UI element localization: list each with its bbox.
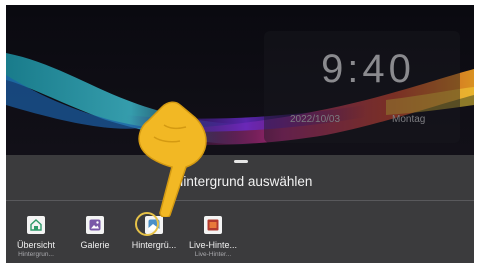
gallery-icon [86,216,104,234]
divider [6,200,474,201]
home-wallpaper-icon [27,216,45,234]
option-live-wallpapers[interactable]: Live-Hinte... Live-Hinter... [185,216,241,258]
option-overview[interactable]: Übersicht Hintergrun... [8,216,64,258]
option-label: Übersicht [16,240,55,250]
option-gallery[interactable]: Galerie [67,216,123,251]
option-label: Live-Hinte... [188,240,238,250]
option-label: Hintergrü... [131,240,177,250]
clock-time: 9:40 [321,47,415,91]
clock-day: Montag [392,114,426,125]
option-sublabel: Live-Hinter... [194,251,232,258]
clock-date: 2022/10/03 [290,114,341,125]
pointing-hand-icon [134,97,214,222]
sheet-title: Hintergrund auswählen [173,174,313,189]
drag-handle[interactable] [234,160,248,163]
option-label: Galerie [80,240,110,250]
phone-screen: 9:40 2022/10/03 Montag Hintergrund auswä… [6,5,474,263]
option-sublabel: Hintergrun... [18,251,54,258]
wallpaper-picker-sheet: Hintergrund auswählen Übersicht Hintergr… [6,155,474,263]
clock-widget: 9:40 2022/10/03 Montag [264,31,460,143]
